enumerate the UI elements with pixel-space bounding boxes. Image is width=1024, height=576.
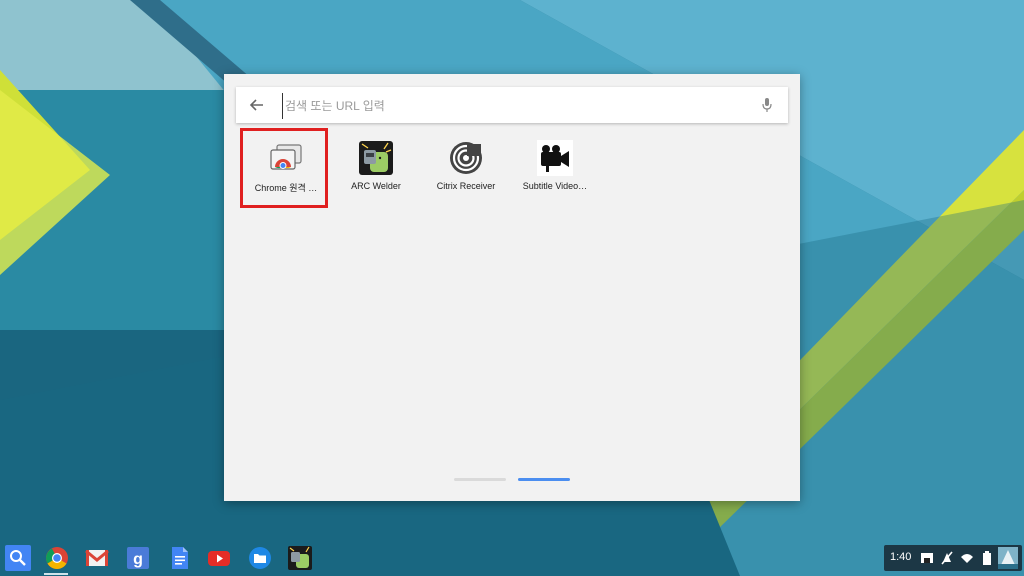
docs-icon[interactable] <box>166 545 192 571</box>
app-tile-chrome-remote-desktop[interactable]: Chrome 원격 … <box>242 132 330 210</box>
back-arrow-icon[interactable] <box>248 96 266 114</box>
launcher-search-icon[interactable] <box>5 545 31 571</box>
chrome-remote-desktop-icon <box>270 144 302 170</box>
page-indicator-1[interactable] <box>454 478 506 481</box>
page-indicator-2[interactable] <box>518 478 570 481</box>
gmail-icon[interactable] <box>84 545 110 571</box>
avatar <box>998 547 1018 569</box>
search-input[interactable] <box>282 93 747 119</box>
app-tile-subtitle-video[interactable]: Subtitle Video… <box>511 132 599 210</box>
svg-text:g: g <box>133 551 143 568</box>
app-label: Subtitle Video… <box>522 181 588 191</box>
chrome-icon[interactable] <box>44 545 70 571</box>
citrix-receiver-icon <box>450 142 482 174</box>
files-icon[interactable] <box>247 545 273 571</box>
arc-welder-icon <box>359 141 393 175</box>
system-tray[interactable]: 1:40 <box>884 545 1022 571</box>
subtitle-video-icon <box>537 140 573 176</box>
app-label: Chrome 원격 … <box>254 183 318 193</box>
network-icon <box>921 553 933 563</box>
battery-icon <box>983 551 991 565</box>
app-launcher-panel: Chrome 원격 … ARC Welder Citrix Receiver <box>224 74 800 501</box>
search-box <box>236 87 788 123</box>
active-app-indicator <box>44 573 68 575</box>
app-tile-arc-welder[interactable]: ARC Welder <box>332 132 420 210</box>
arc-welder-icon[interactable] <box>287 545 313 571</box>
wifi-icon <box>961 554 973 563</box>
microphone-icon[interactable] <box>760 97 774 113</box>
google-search-icon[interactable]: g <box>125 545 151 571</box>
app-label: Citrix Receiver <box>436 181 496 191</box>
notifications-off-icon <box>941 551 953 565</box>
shelf <box>0 541 1024 576</box>
app-tile-citrix-receiver[interactable]: Citrix Receiver <box>422 132 510 210</box>
app-label: ARC Welder <box>351 181 401 191</box>
youtube-icon[interactable] <box>206 545 232 571</box>
clock: 1:40 <box>890 551 912 563</box>
